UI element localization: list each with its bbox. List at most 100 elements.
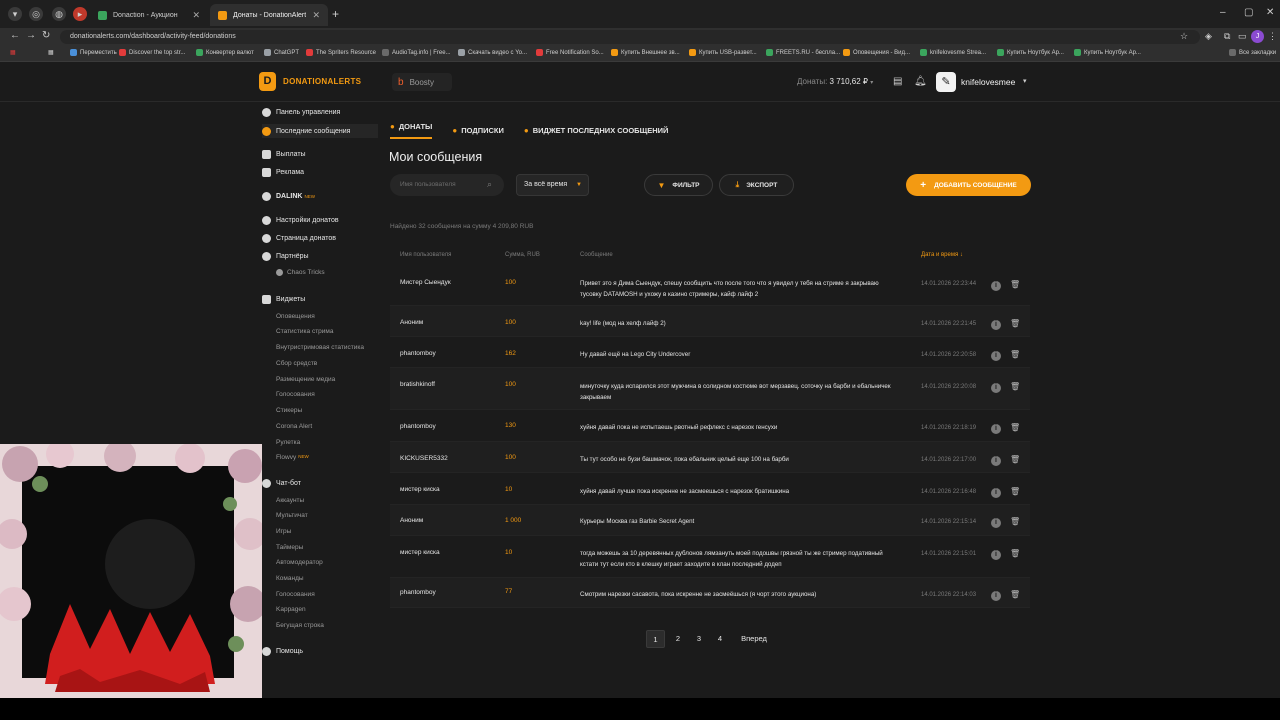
bookmark-item[interactable]: knifelovesme Strea... xyxy=(920,49,986,56)
table-row[interactable]: Аноним 100 kay! life (мод на хелф лайф 2… xyxy=(390,306,1030,337)
boosty-button[interactable]: b Boosty xyxy=(392,73,452,91)
export-button[interactable]: ⤓ ЭКСПОРТ xyxy=(719,174,794,196)
row-user[interactable]: bratishkinoff xyxy=(400,381,435,388)
avatar[interactable]: ✎ xyxy=(936,72,956,92)
sidebar-sub-item[interactable]: Голосования xyxy=(276,591,315,598)
info-icon[interactable]: i xyxy=(991,424,1001,434)
tab-search-icon[interactable]: ▾ xyxy=(8,7,22,21)
bookmark-item[interactable]: ChatGPT xyxy=(264,49,299,56)
trash-icon[interactable]: 🗑︎ xyxy=(1010,455,1020,464)
table-row[interactable]: phantomboy 162 Ну давай ещё на Lego City… xyxy=(390,337,1030,368)
close-window-icon[interactable]: ✕ xyxy=(1266,7,1274,18)
browser-tab-active[interactable]: Донаты - DonationAlerts ✕ xyxy=(210,4,328,26)
forward-icon[interactable]: → xyxy=(26,30,36,41)
trash-icon[interactable]: 🗑︎ xyxy=(1010,350,1020,359)
trash-icon[interactable]: 🗑︎ xyxy=(1010,319,1020,328)
row-user[interactable]: phantomboy xyxy=(400,423,436,430)
row-user[interactable]: Аноним xyxy=(400,517,423,524)
bell-icon[interactable]: 🔔︎ xyxy=(914,76,927,87)
info-icon[interactable]: i xyxy=(991,550,1001,560)
balance-display[interactable]: Донаты: 3 710,62 ₽ ▾ xyxy=(797,77,873,86)
page-1-button[interactable]: 1 xyxy=(646,630,665,648)
sidebar-sub-item[interactable]: Автомодератор xyxy=(276,559,323,566)
sidebar-sub-item[interactable]: Мультичат xyxy=(276,512,308,519)
table-row[interactable]: phantomboy 130 хуйня давай пока не испыт… xyxy=(390,410,1030,442)
bookmark-item[interactable]: Оповещения - Вид... xyxy=(843,49,910,56)
logo-icon[interactable]: D xyxy=(259,72,276,91)
table-row[interactable]: мистер киска 10 хуйня давай лучше пока и… xyxy=(390,473,1030,505)
row-user[interactable]: мистер киска xyxy=(400,486,440,493)
pinned-tab-icon[interactable]: ▸ xyxy=(73,7,87,21)
info-icon[interactable]: i xyxy=(991,320,1001,330)
info-icon[interactable]: i xyxy=(991,281,1001,291)
sidebar-item-donation-settings[interactable]: Настройки донатов xyxy=(262,216,339,225)
bookmark-item[interactable]: The Spriters Resource xyxy=(306,49,376,56)
sidebar-item-ads[interactable]: Реклама xyxy=(262,168,304,177)
sidebar-sub-item[interactable]: Оповещения xyxy=(276,313,315,320)
maximize-icon[interactable]: ▢ xyxy=(1244,7,1253,18)
sidebar-sub-item[interactable]: Голосования xyxy=(276,391,315,398)
sidebar-item-donation-page[interactable]: Страница донатов xyxy=(262,234,336,243)
puzzle-icon[interactable]: ⧉ xyxy=(1224,31,1230,42)
table-row[interactable]: мистер киска 10 тогда можешь за 10 дерев… xyxy=(390,536,1030,578)
bookmark-item[interactable]: Купить USB-развет... xyxy=(689,49,757,56)
new-tab-icon[interactable]: + xyxy=(332,7,339,21)
page-4-button[interactable]: 4 xyxy=(713,630,727,648)
page-2-button[interactable]: 2 xyxy=(671,630,685,648)
tab-donations[interactable]: ● ДОНАТЫ xyxy=(390,122,433,139)
info-icon[interactable]: i xyxy=(991,456,1001,466)
sidebar-sub-item[interactable]: Сбор средств xyxy=(276,360,317,367)
pinned-tab-icon[interactable]: ◍ xyxy=(52,7,66,21)
column-header-date[interactable]: Дата и время ↓ xyxy=(921,252,963,258)
close-icon[interactable]: ✕ xyxy=(312,10,320,21)
browser-tab[interactable]: Donaction - Аукцион ✕ xyxy=(90,4,208,26)
sidebar-sub-item[interactable]: Размещение медиа xyxy=(276,376,335,383)
column-header-sum[interactable]: Сумма, RUB xyxy=(505,252,540,258)
info-icon[interactable]: i xyxy=(991,351,1001,361)
window-icon[interactable]: ▭ xyxy=(1238,31,1247,42)
sidebar-sub-item[interactable]: Рулетка xyxy=(276,439,300,446)
sidebar-sub-item[interactable]: Таймеры xyxy=(276,544,303,551)
document-icon[interactable]: ▤ xyxy=(893,76,902,87)
bookmark-item[interactable]: Конвертер валют xyxy=(196,49,254,56)
row-user[interactable]: мистер киска xyxy=(400,549,440,556)
sidebar-sub-item[interactable]: Команды xyxy=(276,575,304,582)
trash-icon[interactable]: 🗑︎ xyxy=(1010,549,1020,558)
search-icon[interactable]: ⌕ xyxy=(487,179,492,190)
trash-icon[interactable]: 🗑︎ xyxy=(1010,423,1020,432)
reload-icon[interactable]: ↻ xyxy=(42,30,50,41)
sidebar-item-chatbot[interactable]: Чат-бот xyxy=(262,479,301,488)
sidebar-sub-item-flowvy[interactable]: Flowvy NEW xyxy=(276,454,309,461)
trash-icon[interactable]: 🗑︎ xyxy=(1010,517,1020,526)
row-user[interactable]: Аноним xyxy=(400,319,423,326)
sidebar-sub-item[interactable]: Аккаунты xyxy=(276,497,304,504)
bookmark-item[interactable]: Купить Внешнее зв... xyxy=(611,49,680,56)
table-row[interactable]: Аноним 1 000 Курьеры Москва газ Barbie S… xyxy=(390,505,1030,536)
bookmark-item[interactable]: Переместить xyxy=(70,49,117,56)
sidebar-sub-item[interactable]: Статистика стрима xyxy=(276,328,334,335)
trash-icon[interactable]: 🗑︎ xyxy=(1010,590,1020,599)
sidebar-item-payouts[interactable]: Выплаты xyxy=(262,150,306,159)
page-3-button[interactable]: 3 xyxy=(692,630,706,648)
info-icon[interactable]: i xyxy=(991,383,1001,393)
tab-last-messages-widget[interactable]: ● ВИДЖЕТ ПОСЛЕДНИХ СООБЩЕНИЙ xyxy=(524,122,669,139)
column-header-user[interactable]: Имя пользователя xyxy=(400,252,451,258)
row-user[interactable]: KICKUSER5332 xyxy=(400,455,448,462)
username[interactable]: knifelovesmee xyxy=(961,77,1015,87)
info-icon[interactable]: i xyxy=(991,591,1001,601)
sidebar-item-partners[interactable]: Партнёры xyxy=(262,252,309,261)
sidebar-item-messages[interactable]: Последние сообщения xyxy=(262,124,378,138)
sidebar-item-dalink[interactable]: DALINK NEW xyxy=(262,192,315,201)
all-bookmarks[interactable]: Все закладки xyxy=(1229,49,1276,56)
table-row[interactable]: bratishkinoff 100 минуточку куда испарил… xyxy=(390,368,1030,410)
trash-icon[interactable]: 🗑︎ xyxy=(1010,280,1020,289)
sidebar-sub-item[interactable]: Стикеры xyxy=(276,407,302,414)
minimize-icon[interactable]: – xyxy=(1220,7,1226,18)
bookmark-item[interactable]: Купить Ноутбук Ар... xyxy=(997,49,1064,56)
back-icon[interactable]: ← xyxy=(10,30,20,41)
bookmark-star-icon[interactable]: ☆ xyxy=(1180,31,1188,42)
bookmark-item[interactable]: Free Notification So... xyxy=(536,49,604,56)
trash-icon[interactable]: 🗑︎ xyxy=(1010,382,1020,391)
filter-button[interactable]: ▼ ФИЛЬТР xyxy=(644,174,713,196)
chevron-down-icon[interactable]: ▾ xyxy=(1023,77,1027,85)
